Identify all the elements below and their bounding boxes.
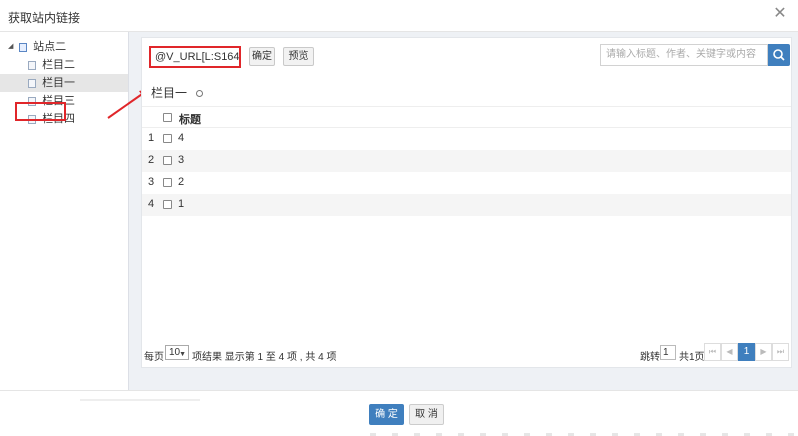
- collapse-toggle-icon[interactable]: ◢: [8, 38, 16, 56]
- content-panel: @V_URL[L:S164:C156 确定 预览 请输入标题、作者、关键字或内容…: [141, 37, 792, 368]
- page-icon: [28, 60, 36, 70]
- result-info: 项结果 显示第 1 至 4 项 , 共 4 项: [192, 352, 337, 363]
- cancel-button[interactable]: 取 消: [409, 404, 444, 425]
- row-checkbox[interactable]: [163, 178, 172, 187]
- row-checkbox[interactable]: [163, 156, 172, 165]
- tree-root-node[interactable]: ◢ 站点二: [0, 38, 128, 56]
- row-number: 4: [148, 198, 155, 210]
- prev-page-icon[interactable]: ◀: [721, 343, 738, 361]
- jump-label: 跳转: [640, 352, 660, 363]
- dialog-title: 获取站内链接: [8, 11, 81, 25]
- confirm-button[interactable]: 确定: [249, 47, 275, 66]
- pagination: 每页 10 ▼ 项结果 显示第 1 至 4 项 , 共 4 项 跳转 1 共1页…: [142, 343, 791, 365]
- section-title-label: 栏目一: [151, 86, 188, 100]
- row-checkbox[interactable]: [163, 200, 172, 209]
- total-pages: 共1页: [679, 352, 705, 363]
- close-icon[interactable]: ✕: [772, 6, 788, 22]
- row-title[interactable]: 4: [178, 132, 184, 144]
- per-page-select[interactable]: 10 ▼: [165, 345, 189, 360]
- column-header-title: 标题: [179, 114, 201, 126]
- preview-button[interactable]: 预览: [283, 47, 314, 66]
- row-title[interactable]: 3: [178, 154, 184, 166]
- refresh-icon[interactable]: [196, 90, 204, 98]
- row-title[interactable]: 1: [178, 198, 184, 210]
- row-number: 1: [148, 132, 155, 144]
- tree-item-column-2[interactable]: 栏目二: [0, 56, 128, 74]
- row-checkbox[interactable]: [163, 134, 172, 143]
- dialog-body: ◢ 站点二 栏目二 栏目一 栏目三 栏目四 @V_URL[L:S164:C156: [0, 32, 798, 390]
- link-url-field[interactable]: @V_URL[L:S164:C156: [149, 46, 241, 68]
- search-icon: [773, 49, 785, 61]
- row-number: 2: [148, 154, 155, 166]
- divider: [80, 399, 200, 401]
- last-page-icon[interactable]: ⏭: [772, 343, 789, 361]
- search-input[interactable]: 请输入标题、作者、关键字或内容: [600, 44, 768, 66]
- table-row[interactable]: 4 1: [142, 194, 791, 216]
- row-title[interactable]: 2: [178, 176, 184, 188]
- toolbar: @V_URL[L:S164:C156 确定 预览 请输入标题、作者、关键字或内容: [142, 38, 791, 78]
- tree-item-label: 栏目一: [42, 77, 76, 89]
- page-icon: [28, 78, 36, 88]
- table-row[interactable]: 2 3: [142, 150, 791, 172]
- dialog-titlebar: 获取站内链接 ✕: [0, 0, 798, 32]
- dialog-footer: 确 定 取 消: [0, 390, 798, 436]
- next-page-icon[interactable]: ▶: [755, 343, 772, 361]
- table-row[interactable]: 1 4: [142, 128, 791, 150]
- selection-highlight-box: [15, 102, 66, 121]
- page-button-current[interactable]: 1: [738, 343, 755, 361]
- table-header: 标题: [142, 106, 791, 128]
- site-icon: [19, 42, 28, 52]
- per-page-label: 每页: [144, 352, 164, 363]
- table-row[interactable]: 3 2: [142, 172, 791, 194]
- chevron-down-icon: ▼: [179, 351, 186, 358]
- first-page-icon[interactable]: ⏮: [704, 343, 721, 361]
- tree-root-label: 站点二: [33, 41, 67, 53]
- article-table: 标题 1 4 2 3 3 2 4 1: [142, 106, 791, 216]
- search-button[interactable]: [768, 44, 790, 66]
- row-number: 3: [148, 176, 155, 188]
- section-title: 栏目一: [151, 84, 204, 101]
- select-all-checkbox[interactable]: [163, 113, 172, 122]
- tree-item-label: 栏目二: [42, 59, 76, 71]
- jump-page-input[interactable]: 1: [660, 345, 676, 360]
- ok-button[interactable]: 确 定: [369, 404, 404, 425]
